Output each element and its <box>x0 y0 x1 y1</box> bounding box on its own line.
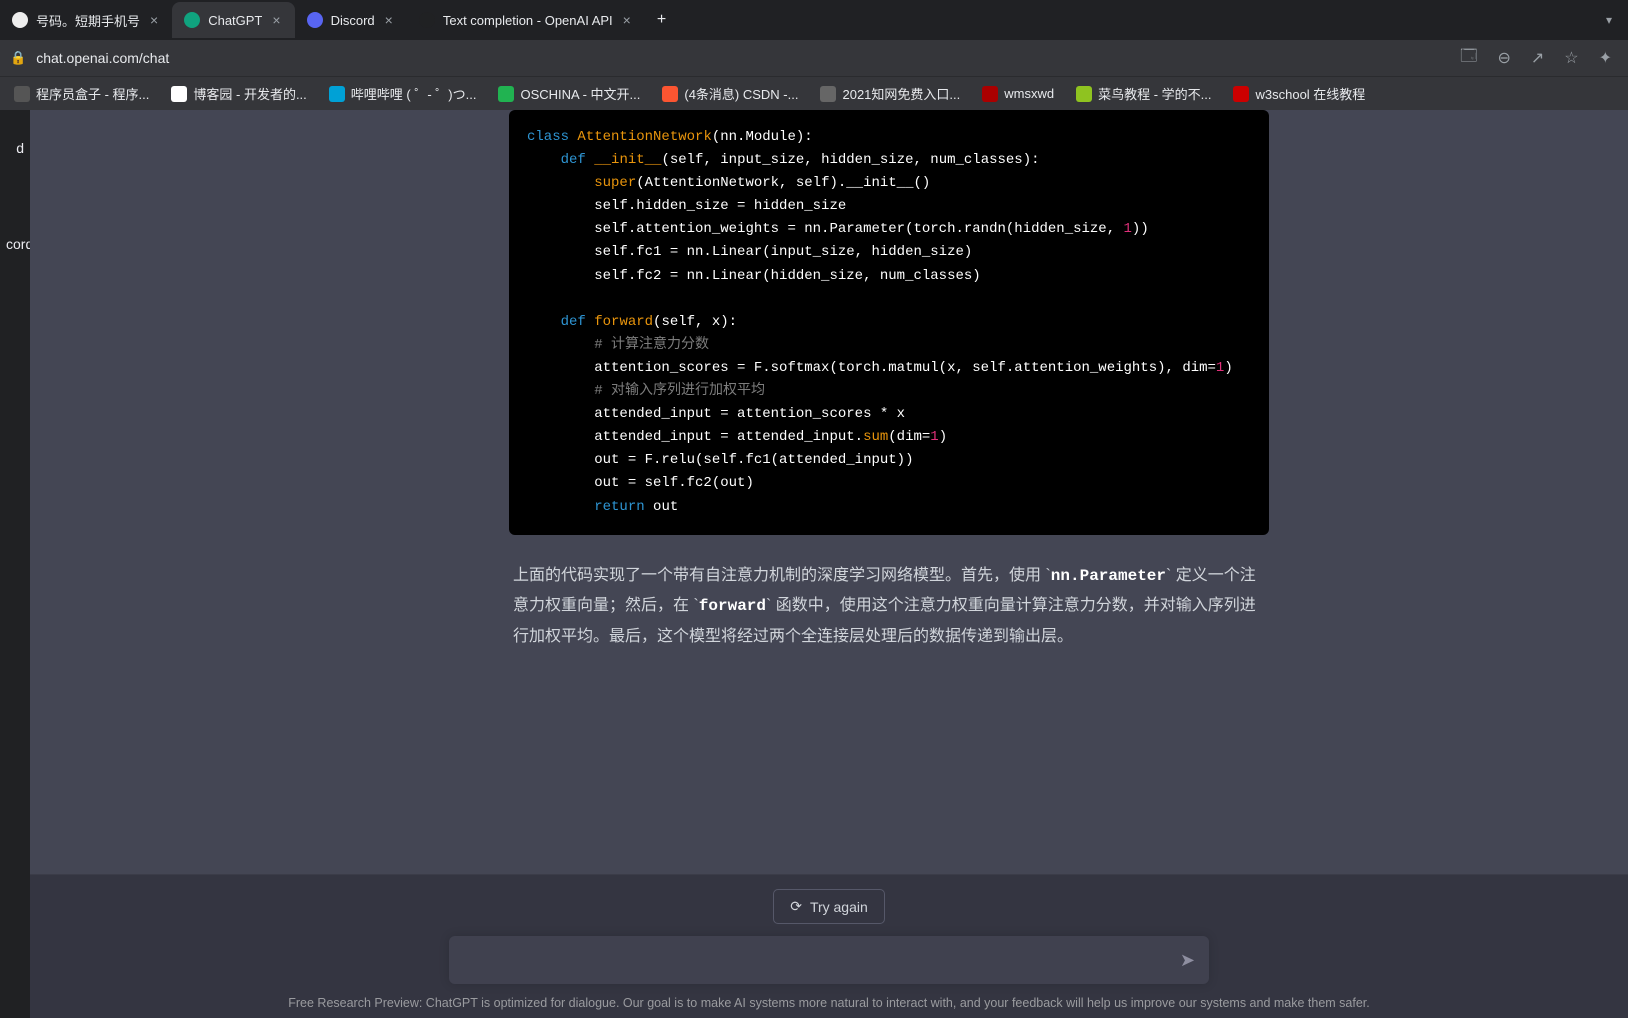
close-icon[interactable]: × <box>621 12 633 28</box>
refresh-icon: ⟳ <box>790 898 802 915</box>
code-token: # 对输入序列进行加权平均 <box>594 383 765 399</box>
sidebar-item[interactable]: cord <box>0 226 30 262</box>
favicon-icon <box>307 12 323 28</box>
bookmark-item[interactable]: OSCHINA - 中文开... <box>492 80 646 107</box>
code-token: AttentionNetwork <box>577 129 711 145</box>
code-token: ) <box>939 429 947 445</box>
code-token: attention_scores = F.softmax(torch.matmu… <box>594 360 1216 376</box>
code-token: out = self.fc2(out) <box>594 475 754 491</box>
address-actions: 🗔 ⊖ ↗ ☆ ✦ <box>1460 45 1618 72</box>
bookmark-label: 2021知网免费入口... <box>842 84 960 103</box>
browser-tab[interactable]: 号码。短期手机号 × <box>0 2 172 38</box>
code-token: ) <box>1224 360 1232 376</box>
translate-icon[interactable]: 🗔 <box>1460 45 1477 72</box>
bookmark-item[interactable]: 博客园 - 开发者的... <box>165 80 312 107</box>
share-icon[interactable]: ↗ <box>1531 48 1544 68</box>
bookmark-star-icon[interactable]: ☆ <box>1564 48 1578 68</box>
message-input-row: ➤ <box>449 936 1209 984</box>
code-token: self.hidden_size = hidden_size <box>594 198 846 214</box>
inline-code: nn.Parameter <box>1051 567 1166 585</box>
code-token: # 计算注意力分数 <box>594 337 709 353</box>
code-token: self.fc1 = nn.Linear(input_size, hidden_… <box>594 244 972 260</box>
code-token: (nn.Module): <box>712 129 813 145</box>
code-token: __init__ <box>594 152 661 168</box>
code-token: out <box>645 499 679 515</box>
send-icon[interactable]: ➤ <box>1180 950 1195 971</box>
code-token: self.attention_weights = nn.Parameter(to… <box>594 221 1123 237</box>
code-token: (self, x): <box>653 314 737 330</box>
code-token: return <box>594 499 644 515</box>
bookmarks-bar: 程序员盒子 - 程序... 博客园 - 开发者的... 哔哩哔哩 ( ゜- ゜)… <box>0 76 1628 110</box>
text: 上面的代码实现了一个带有自注意力机制的深度学习网络模型。首先，使用 ` <box>513 567 1051 584</box>
code-token: 1 <box>1124 221 1132 237</box>
main-content: class AttentionNetwork(nn.Module): def _… <box>30 110 1628 1018</box>
browser-tab-active[interactable]: ChatGPT × <box>172 2 294 38</box>
bookmark-item[interactable]: 程序员盒子 - 程序... <box>8 80 155 107</box>
tab-overflow-icon[interactable]: ▾ <box>1590 13 1628 27</box>
bookmark-item[interactable]: 菜鸟教程 - 学的不... <box>1070 80 1217 107</box>
code-token: )) <box>1132 221 1149 237</box>
bookmark-item[interactable]: 哔哩哔哩 ( ゜- ゜)つ... <box>323 80 483 107</box>
bookmark-item[interactable]: wmsxwd <box>976 82 1060 106</box>
extension-icon[interactable]: ✦ <box>1599 48 1612 68</box>
close-icon[interactable]: × <box>148 12 160 28</box>
try-again-button[interactable]: ⟳ Try again <box>773 889 885 924</box>
conversation-area: class AttentionNetwork(nn.Module): def _… <box>30 110 1628 874</box>
close-icon[interactable]: × <box>270 12 282 28</box>
button-label: Try again <box>810 899 868 915</box>
browser-tab-strip: 号码。短期手机号 × ChatGPT × Discord × Text comp… <box>0 0 1628 40</box>
tab-label: Discord <box>331 13 375 28</box>
tab-label: 号码。短期手机号 <box>36 11 140 30</box>
app-shell: d cord class AttentionNetwork(nn.Module)… <box>0 110 1628 1018</box>
address-bar: 🔒 chat.openai.com/chat 🗔 ⊖ ↗ ☆ ✦ <box>0 40 1628 76</box>
code-token: (dim= <box>888 429 930 445</box>
message-input[interactable] <box>463 948 1180 972</box>
new-tab-button[interactable]: + <box>645 11 678 29</box>
code-token: out = F.relu(self.fc1(attended_input)) <box>594 452 913 468</box>
tab-label: ChatGPT <box>208 13 262 28</box>
bookmark-item[interactable]: 2021知网免费入口... <box>814 80 966 107</box>
sidebar-item[interactable]: d <box>0 130 30 166</box>
code-token: attended_input = attended_input. <box>594 429 863 445</box>
assistant-message: class AttentionNetwork(nn.Module): def _… <box>509 110 1269 874</box>
browser-tab[interactable]: Discord × <box>295 2 407 38</box>
code-token: 1 <box>930 429 938 445</box>
zoom-out-icon[interactable]: ⊖ <box>1497 48 1510 68</box>
code-token: def <box>561 152 586 168</box>
bookmark-label: 菜鸟教程 - 学的不... <box>1098 84 1211 103</box>
code-token: self.fc2 = nn.Linear(hidden_size, num_cl… <box>594 268 980 284</box>
tab-label: Text completion - OpenAI API <box>443 13 613 28</box>
bookmark-label: w3school 在线教程 <box>1255 84 1365 103</box>
bookmark-label: (4条消息) CSDN -... <box>684 84 798 103</box>
code-token: super <box>594 175 636 191</box>
bookmark-item[interactable]: w3school 在线教程 <box>1227 80 1371 107</box>
browser-tab[interactable]: Text completion - OpenAI API × <box>407 2 645 38</box>
code-token: (AttentionNetwork, self).__init__() <box>636 175 930 191</box>
code-token: forward <box>594 314 653 330</box>
explanation-text: 上面的代码实现了一个带有自注意力机制的深度学习网络模型。首先，使用 `nn.Pa… <box>509 561 1269 652</box>
bookmark-label: 哔哩哔哩 ( ゜- ゜)つ... <box>351 84 477 103</box>
disclaimer-text: Free Research Preview: ChatGPT is optimi… <box>258 996 1400 1010</box>
composer-area: ⟳ Try again ➤ Free Research Preview: Cha… <box>30 874 1628 1018</box>
favicon-icon <box>12 12 28 28</box>
code-token: class <box>527 129 569 145</box>
bookmark-label: wmsxwd <box>1004 86 1054 101</box>
code-token: def <box>561 314 586 330</box>
code-block: class AttentionNetwork(nn.Module): def _… <box>509 110 1269 535</box>
bookmark-label: 博客园 - 开发者的... <box>193 84 306 103</box>
bookmark-label: 程序员盒子 - 程序... <box>36 84 149 103</box>
sidebar: d cord <box>0 110 30 1018</box>
inline-code: forward <box>699 597 766 615</box>
lock-icon: 🔒 <box>10 50 26 66</box>
favicon-icon <box>184 12 200 28</box>
bookmark-label: OSCHINA - 中文开... <box>520 84 640 103</box>
bookmark-item[interactable]: (4条消息) CSDN -... <box>656 80 804 107</box>
url-text[interactable]: chat.openai.com/chat <box>36 50 1450 66</box>
code-token: attended_input = attention_scores * x <box>594 406 905 422</box>
close-icon[interactable]: × <box>383 12 395 28</box>
favicon-icon <box>419 12 435 28</box>
code-token: sum <box>863 429 888 445</box>
code-token: (self, input_size, hidden_size, num_clas… <box>661 152 1039 168</box>
